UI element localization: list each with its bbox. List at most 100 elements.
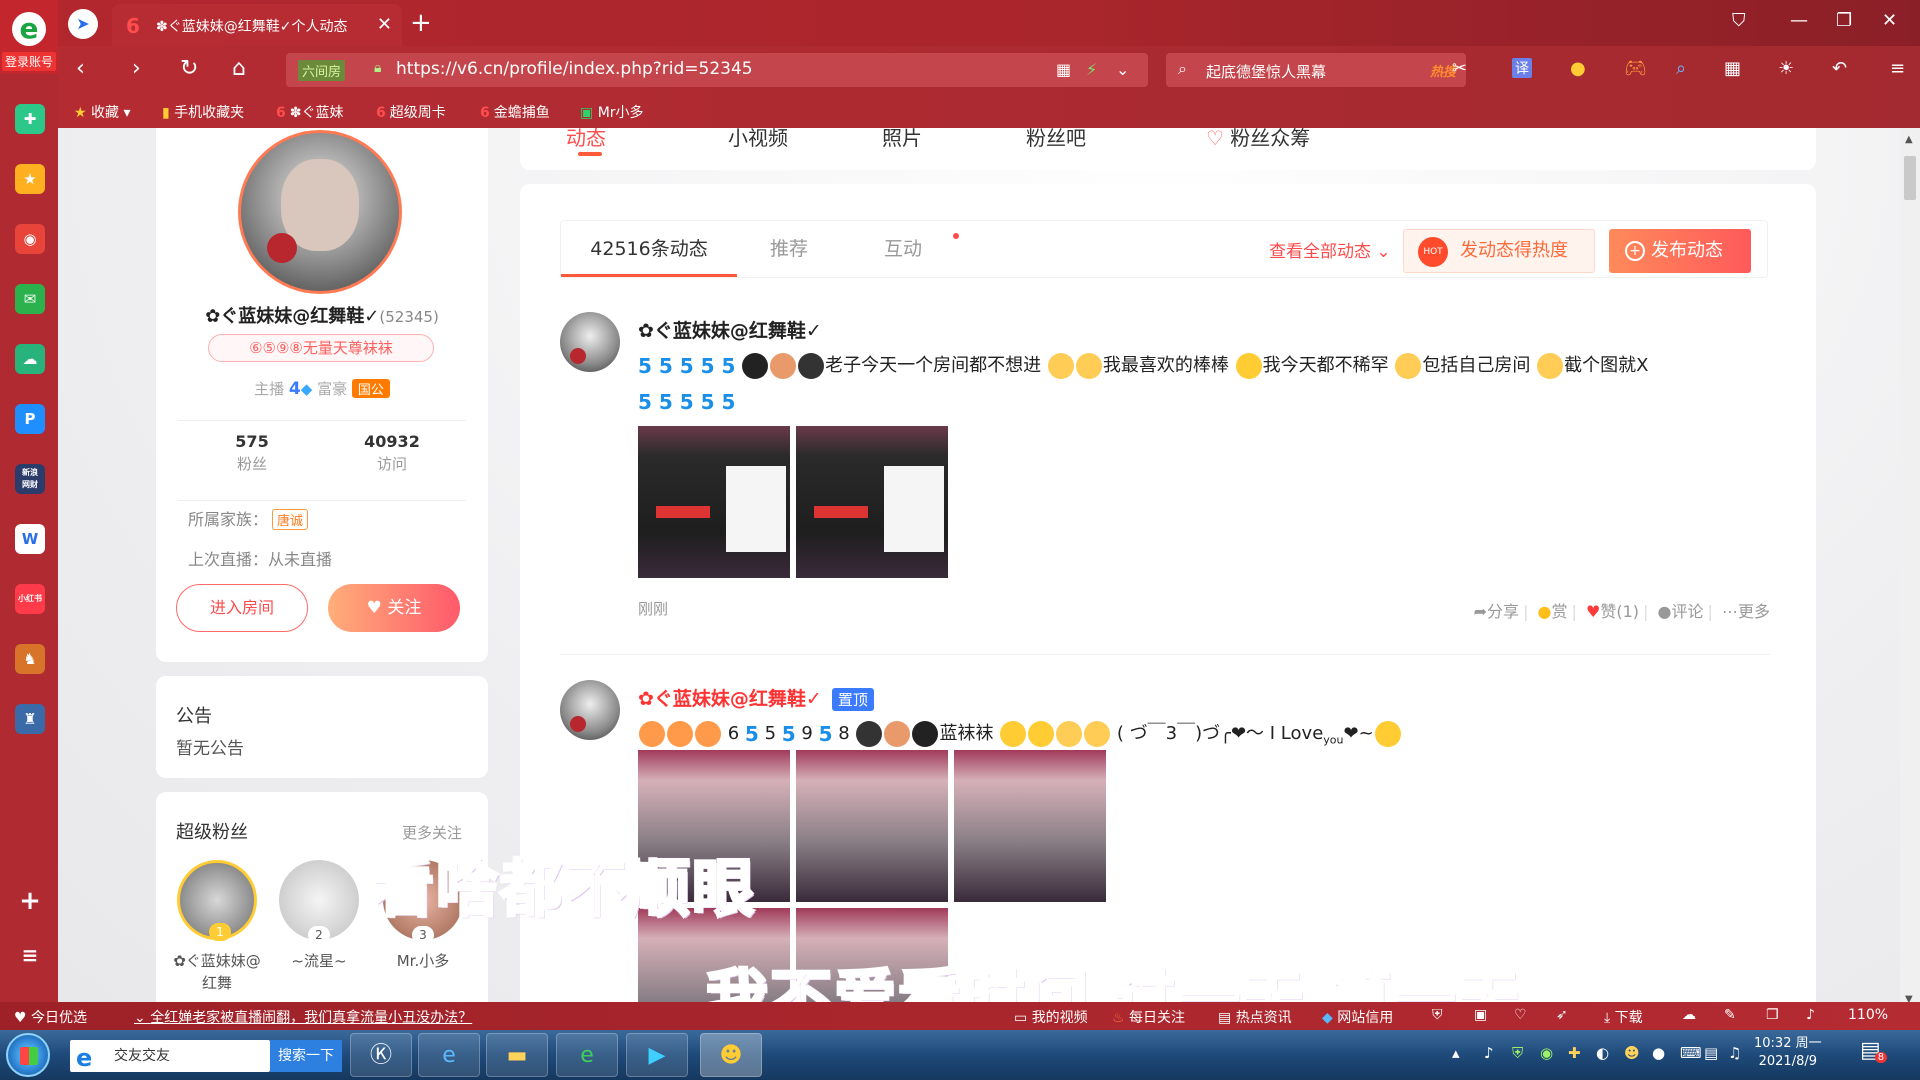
volume-icon[interactable]: ♪ xyxy=(1806,1007,1815,1023)
home-icon[interactable]: ⌂ xyxy=(232,56,246,81)
post-for-heat-button[interactable]: HOT 发动态得热度 xyxy=(1403,229,1595,273)
keyboard-icon[interactable]: ⌨ xyxy=(1680,1044,1702,1062)
profile-avatar[interactable] xyxy=(238,130,402,294)
post-image[interactable] xyxy=(796,426,948,578)
skin-icon[interactable]: ⛉ xyxy=(1732,10,1746,31)
tab-photos[interactable]: 照片 xyxy=(882,128,922,151)
add-sidebar-icon[interactable]: + xyxy=(15,886,45,916)
k-app-icon[interactable]: Ⓚ xyxy=(350,1033,412,1077)
post-avatar[interactable] xyxy=(560,312,620,372)
feed-tab-recommend[interactable]: 推荐 xyxy=(737,221,841,277)
page-scrollbar[interactable]: ▲ ▼ xyxy=(1900,128,1920,1016)
bookmark-weekly-card[interactable]: 6 超级周卡 xyxy=(376,102,446,122)
bookmark-mobile[interactable]: ▮ 手机收藏夹 xyxy=(162,102,244,122)
search-box[interactable]: ⌕ 起底德堡惊人黑幕 热搜 xyxy=(1166,53,1466,87)
sidebar-menu-icon[interactable]: ≡ xyxy=(15,940,45,970)
p-icon[interactable]: P xyxy=(15,404,45,434)
active-tab[interactable]: 6 ✽ぐ蓝妹妹@红舞鞋✓个人动态 ✕ xyxy=(112,4,402,46)
star-icon[interactable]: ★ xyxy=(15,164,45,194)
coupon-icon[interactable]: ● xyxy=(1570,58,1586,79)
cloud-sync-icon[interactable]: ☁ xyxy=(1682,1007,1696,1023)
scissors-icon[interactable]: ✂ xyxy=(1452,58,1467,79)
hot-news[interactable]: ▤ 热点资讯 xyxy=(1218,1007,1292,1027)
more-button[interactable]: ⋯更多 xyxy=(1722,602,1770,621)
feather-icon[interactable]: ✎ xyxy=(1724,1007,1736,1023)
enter-room-button[interactable]: 进入房间 xyxy=(176,584,308,632)
bookmark-favorites[interactable]: ★ 收藏 ▾ xyxy=(74,102,131,122)
tray-360-icon[interactable]: ◉ xyxy=(1540,1044,1553,1062)
bookmark-fishing[interactable]: 6 金蟾捕鱼 xyxy=(480,102,550,122)
game2-icon[interactable]: ♜ xyxy=(15,704,45,734)
post-avatar[interactable] xyxy=(560,680,620,740)
translate-icon[interactable]: 译 xyxy=(1512,58,1532,78)
post-image[interactable] xyxy=(796,750,948,902)
folder-icon[interactable]: ▬ xyxy=(486,1033,548,1077)
taskbar-search-input[interactable]: e 交友交友 xyxy=(70,1040,270,1072)
post-author[interactable]: ✿ぐ蓝妹妹@红舞鞋✓ 置顶 xyxy=(638,684,874,711)
active-app-icon[interactable]: ☻ xyxy=(700,1033,762,1077)
minimize-icon[interactable]: — xyxy=(1790,10,1808,31)
search-suggestion[interactable]: 起底德堡惊人黑幕 xyxy=(1206,61,1326,82)
apps-grid-icon[interactable]: ▦ xyxy=(1724,58,1741,79)
publish-post-button[interactable]: + 发布动态 xyxy=(1609,229,1751,273)
post-image[interactable] xyxy=(638,426,790,578)
close-tab-icon[interactable]: ✕ xyxy=(377,14,392,35)
tray-shield-icon[interactable]: ⛨ xyxy=(1512,1044,1523,1062)
share-button[interactable]: ➦分享 xyxy=(1474,602,1519,621)
qr-icon[interactable]: ▦ xyxy=(1056,60,1071,79)
forward-icon[interactable]: › xyxy=(132,56,141,81)
tray-expand-icon[interactable]: ▴ xyxy=(1452,1044,1460,1062)
scroll-thumb[interactable] xyxy=(1904,156,1916,200)
reward-button[interactable]: ●赏 xyxy=(1538,602,1568,621)
image-icon[interactable]: ▣ xyxy=(1474,1007,1487,1023)
speed-icon[interactable]: ⚡ xyxy=(1086,60,1097,79)
ie-browser-icon[interactable]: e xyxy=(418,1033,480,1077)
shield-icon[interactable]: ⛨ xyxy=(1432,1007,1443,1023)
view-all-dynamics[interactable]: 查看全部动态 ⌄ xyxy=(1269,237,1391,262)
my-video[interactable]: ▭ 我的视频 xyxy=(1014,1007,1088,1027)
post-author[interactable]: ✿ぐ蓝妹妹@红舞鞋✓ xyxy=(638,316,822,343)
today-picks[interactable]: ♥ 今日优选 xyxy=(14,1007,87,1027)
360-browser-icon[interactable]: e xyxy=(556,1033,618,1077)
taskbar-clock[interactable]: 10:32 周一 2021/8/9 xyxy=(1754,1035,1822,1071)
feed-tab-all[interactable]: 42516条动态 xyxy=(561,221,737,277)
maximize-icon[interactable]: ❐ xyxy=(1836,10,1852,31)
navigate-icon[interactable]: ➤ xyxy=(68,9,98,39)
bookmark-profile[interactable]: 6 ✽ぐ蓝妹 xyxy=(276,102,343,122)
fan-item[interactable]: 1 ✿ぐ蓝妹妹@红舞 xyxy=(172,860,262,994)
tray-qq-icon[interactable]: ☻ xyxy=(1624,1044,1640,1062)
word-icon[interactable]: W xyxy=(15,524,45,554)
brightness-icon[interactable]: ☀ xyxy=(1778,58,1794,79)
post-image[interactable] xyxy=(954,750,1106,902)
like-button[interactable]: ♥赞(1) xyxy=(1586,602,1639,621)
undo-icon[interactable]: ↶ xyxy=(1832,58,1847,79)
game-icon[interactable]: ♞ xyxy=(15,644,45,674)
comment-button[interactable]: ●评论 xyxy=(1658,602,1704,621)
notification-icon[interactable]: ▤8 xyxy=(1860,1038,1888,1063)
speaker-icon[interactable]: ♫ xyxy=(1728,1044,1741,1062)
finance-icon[interactable]: 新浪 网财 xyxy=(15,464,45,494)
network-icon[interactable]: ▤ xyxy=(1704,1044,1718,1062)
daily-follow[interactable]: ♨ 每日关注 xyxy=(1112,1007,1185,1027)
feed-tab-interact[interactable]: 互动 xyxy=(851,221,959,277)
fans-stat[interactable]: 575 粉丝 xyxy=(192,432,312,474)
site-credit[interactable]: ◆ 网站信用 xyxy=(1322,1007,1393,1027)
rocket-icon[interactable]: ➶ xyxy=(1556,1007,1568,1023)
tab-fan-crowdfund[interactable]: ♡ 粉丝众筹 xyxy=(1206,128,1310,151)
fan-item[interactable]: 2 ~流星~ xyxy=(274,860,364,972)
start-button[interactable] xyxy=(6,1033,50,1077)
cloud-icon[interactable]: ☁ xyxy=(15,344,45,374)
tab-dynamics[interactable]: 动态 xyxy=(566,128,606,156)
xiaohongshu-icon[interactable]: 小红书 xyxy=(15,584,45,614)
address-dropdown-icon[interactable]: ⌄ xyxy=(1116,60,1129,79)
magnifier-icon[interactable]: ⌕ xyxy=(1676,58,1686,79)
health-icon[interactable]: ♡ xyxy=(1514,1007,1527,1023)
weibo-icon[interactable]: ◉ xyxy=(15,224,45,254)
tab-short-video[interactable]: 小视频 xyxy=(728,128,788,151)
taskbar-search-button[interactable]: 搜索一下 xyxy=(270,1040,342,1072)
window-icon[interactable]: ❐ xyxy=(1766,1007,1779,1023)
browser-logo[interactable]: e 登录账号 xyxy=(0,0,58,74)
download-button[interactable]: ⤓ 下载 xyxy=(1604,1007,1643,1027)
bell-icon[interactable]: ♪ xyxy=(1484,1044,1494,1062)
menu-icon[interactable]: ≡ xyxy=(1890,58,1905,79)
